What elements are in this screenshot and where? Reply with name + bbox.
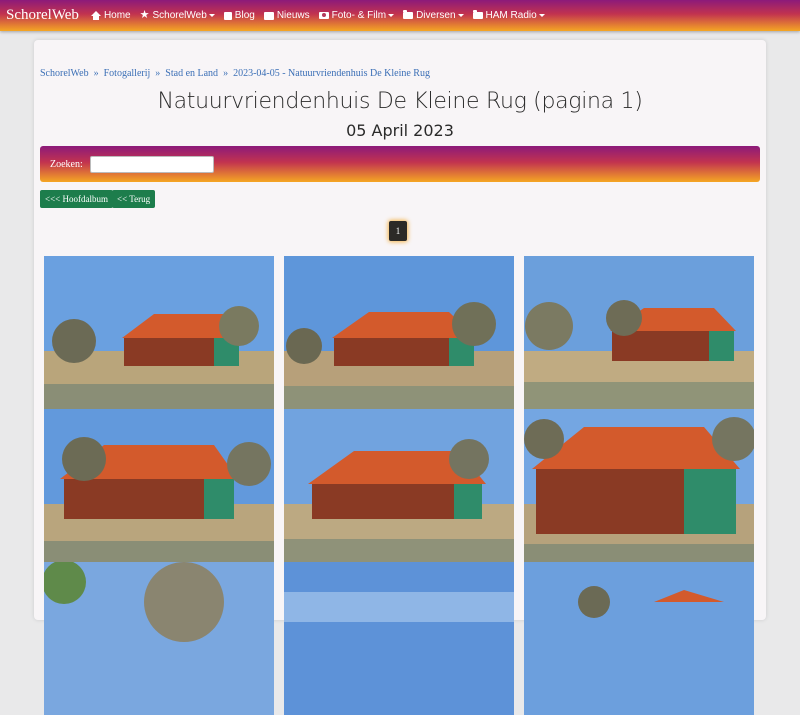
nav-schorelweb[interactable]: ★ SchorelWeb xyxy=(140,10,215,21)
breadcrumb-link[interactable]: 2023-04-05 - Natuurvriendenhuis De Klein… xyxy=(233,68,430,79)
caret-down-icon xyxy=(457,14,464,17)
nav-home[interactable]: Home xyxy=(90,10,131,21)
photo-house-image xyxy=(524,256,754,409)
nav-home-label: Home xyxy=(103,10,131,21)
gallery-thumbnail[interactable] xyxy=(284,256,514,409)
photo-house-image xyxy=(44,562,274,715)
breadcrumb-link[interactable]: SchorelWeb xyxy=(40,68,89,79)
gallery-thumbnail[interactable] xyxy=(44,409,274,562)
photo-house-image xyxy=(284,256,514,409)
main-container: SchorelWeb » Fotogallerij » Stad en Land » 202… xyxy=(34,40,766,715)
breadcrumb-separator: » xyxy=(223,68,229,79)
nav-foto-film[interactable]: Foto- & Film xyxy=(318,10,395,21)
folder-icon xyxy=(472,10,483,19)
brand-link[interactable]: SchorelWeb xyxy=(6,7,79,24)
photo-house-image xyxy=(524,562,754,715)
nav-nieuws[interactable]: Nieuws xyxy=(263,10,310,21)
breadcrumb-separator: » xyxy=(93,68,99,79)
photo-house-image xyxy=(284,562,514,715)
caret-down-icon xyxy=(388,14,395,17)
nav-nieuws-label: Nieuws xyxy=(276,10,310,21)
page-title: Natuurvriendenhuis De Kleine Rug (pagina… xyxy=(157,89,643,114)
nav-foto-film-label: Foto- & Film xyxy=(331,10,387,21)
breadcrumb: SchorelWeb » Fotogallerij » Stad en Land » 202… xyxy=(40,68,430,79)
back-button[interactable]: << Terug xyxy=(112,190,156,208)
nav-diversen-label: Diversen xyxy=(416,10,456,21)
photo-house-image xyxy=(44,409,274,562)
folder-icon xyxy=(403,10,414,19)
gallery-thumbnail[interactable] xyxy=(284,409,514,562)
nav-blog-label: Blog xyxy=(234,10,255,21)
nav-blog[interactable]: Blog xyxy=(223,10,255,21)
nav-schorelweb-label: SchorelWeb xyxy=(152,10,207,21)
search-label: Zoeken: xyxy=(50,158,83,170)
gallery-thumbnail[interactable] xyxy=(524,562,754,715)
gallery-thumbnail[interactable] xyxy=(284,562,514,715)
gallery-thumbnail[interactable] xyxy=(524,256,754,409)
nav-ham-radio[interactable]: HAM Radio xyxy=(472,10,545,21)
navbar: SchorelWeb Home ★ SchorelWeb Blog Nieuws… xyxy=(0,0,800,31)
gallery-thumbnail[interactable] xyxy=(44,256,274,409)
gallery-thumbnail[interactable] xyxy=(524,409,754,562)
caret-down-icon xyxy=(538,14,545,17)
breadcrumb-separator: » xyxy=(155,68,161,79)
photo-house-image xyxy=(524,409,754,562)
nav-diversen[interactable]: Diversen xyxy=(403,10,464,21)
main-album-button[interactable]: <<< Hoofdalbum xyxy=(40,190,113,208)
gallery-thumbnail[interactable] xyxy=(44,562,274,715)
star-icon: ★ xyxy=(139,9,150,21)
breadcrumb-link[interactable]: Fotogallerij xyxy=(104,68,151,79)
caret-down-icon xyxy=(208,14,215,17)
page-date: 05 April 2023 xyxy=(346,121,454,140)
photo-house-image xyxy=(284,409,514,562)
breadcrumb-link[interactable]: Stad en Land xyxy=(165,68,218,79)
search-input[interactable] xyxy=(89,155,214,173)
newspaper-icon xyxy=(263,11,274,20)
search-bar: Zoeken: xyxy=(40,146,760,182)
rss-icon xyxy=(223,11,232,20)
nav-ham-radio-label: HAM Radio xyxy=(485,10,537,21)
camera-icon xyxy=(318,12,329,19)
home-icon xyxy=(90,11,101,20)
pagination-page-1[interactable]: 1 xyxy=(389,221,407,241)
photo-house-image xyxy=(44,256,274,409)
